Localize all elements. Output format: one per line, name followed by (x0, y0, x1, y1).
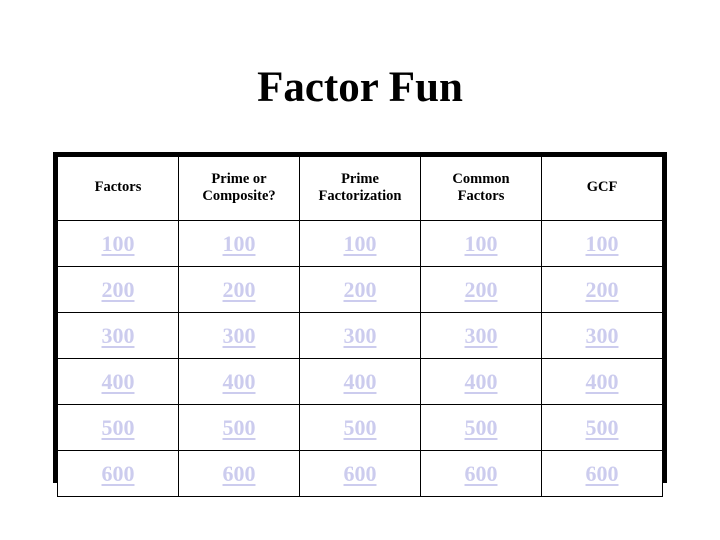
column-header-common-factors-line-1: Common (452, 170, 510, 187)
column-header-prime-or-composite: Prime or Composite? (178, 156, 300, 221)
cell-prime-or-composite-200[interactable]: 200 (178, 266, 300, 313)
cell-prime-or-composite-400[interactable]: 400 (178, 358, 300, 405)
cell-gcf-200[interactable]: 200 (541, 266, 663, 313)
cell-prime-factorization-100[interactable]: 100 (299, 220, 421, 267)
cell-common-factors-500[interactable]: 500 (420, 404, 542, 451)
value-link[interactable]: 400 (342, 369, 379, 394)
cell-gcf-600[interactable]: 600 (541, 450, 663, 497)
cell-prime-factorization-400[interactable]: 400 (299, 358, 421, 405)
value-link[interactable]: 300 (100, 323, 137, 348)
cell-prime-factorization-500[interactable]: 500 (299, 404, 421, 451)
cell-prime-or-composite-600[interactable]: 600 (178, 450, 300, 497)
page-title: Factor Fun (257, 64, 463, 111)
cell-gcf-300[interactable]: 300 (541, 312, 663, 359)
value-link[interactable]: 500 (221, 415, 258, 440)
column-header-common-factors-line-2: Factors (457, 187, 505, 204)
value-link[interactable]: 500 (342, 415, 379, 440)
cell-common-factors-400[interactable]: 400 (420, 358, 542, 405)
value-link[interactable]: 100 (463, 231, 500, 256)
table-row: 400 400 400 400 400 (57, 358, 663, 405)
value-link[interactable]: 600 (463, 461, 500, 486)
cell-factors-400[interactable]: 400 (57, 358, 179, 405)
value-link[interactable]: 300 (221, 323, 258, 348)
value-link[interactable]: 100 (342, 231, 379, 256)
column-header-factors-line-1: Factors (94, 179, 142, 195)
table-row: 100 100 100 100 100 (57, 220, 663, 267)
cell-factors-100[interactable]: 100 (57, 220, 179, 267)
value-link[interactable]: 400 (221, 369, 258, 394)
column-header-prime-factorization-line-1: Prime (341, 170, 379, 187)
column-header-prime-factorization-line-2: Factorization (318, 187, 402, 204)
column-header-factors: Factors (57, 156, 179, 221)
table-row: 200 200 200 200 200 (57, 266, 663, 313)
cell-prime-factorization-300[interactable]: 300 (299, 312, 421, 359)
value-link[interactable]: 500 (584, 415, 621, 440)
value-link[interactable]: 300 (463, 323, 500, 348)
value-link[interactable]: 200 (463, 277, 500, 302)
value-link[interactable]: 400 (463, 369, 500, 394)
category-value-table: Factors Prime or Composite? Prime Factor… (57, 156, 663, 497)
column-header-prime-or-composite-line-1: Prime or (211, 170, 267, 187)
cell-factors-600[interactable]: 600 (57, 450, 179, 497)
table-row: 300 300 300 300 300 (57, 312, 663, 359)
column-header-prime-or-composite-line-2: Composite? (202, 187, 276, 204)
column-header-prime-factorization: Prime Factorization (299, 156, 421, 221)
value-link[interactable]: 600 (342, 461, 379, 486)
cell-gcf-400[interactable]: 400 (541, 358, 663, 405)
table-header-row: Factors Prime or Composite? Prime Factor… (57, 156, 663, 221)
cell-common-factors-100[interactable]: 100 (420, 220, 542, 267)
value-link[interactable]: 300 (584, 323, 621, 348)
table-row: 500 500 500 500 500 (57, 404, 663, 451)
cell-prime-or-composite-300[interactable]: 300 (178, 312, 300, 359)
slide-canvas: Factor Fun Factors Prime or Composite? P… (0, 0, 720, 540)
value-link[interactable]: 100 (221, 231, 258, 256)
table-row: 600 600 600 600 600 (57, 450, 663, 497)
jeopardy-board: Factors Prime or Composite? Prime Factor… (53, 152, 667, 497)
value-link[interactable]: 100 (584, 231, 621, 256)
column-header-gcf: GCF (541, 156, 663, 221)
cell-factors-300[interactable]: 300 (57, 312, 179, 359)
cell-common-factors-600[interactable]: 600 (420, 450, 542, 497)
value-link[interactable]: 200 (342, 277, 379, 302)
column-header-common-factors: Common Factors (420, 156, 542, 221)
cell-common-factors-200[interactable]: 200 (420, 266, 542, 313)
value-link[interactable]: 600 (100, 461, 137, 486)
value-link[interactable]: 400 (100, 369, 137, 394)
column-header-gcf-line-1: GCF (586, 179, 618, 195)
value-link[interactable]: 500 (463, 415, 500, 440)
cell-gcf-100[interactable]: 100 (541, 220, 663, 267)
value-link[interactable]: 600 (221, 461, 258, 486)
cell-prime-factorization-200[interactable]: 200 (299, 266, 421, 313)
value-link[interactable]: 600 (584, 461, 621, 486)
value-link[interactable]: 200 (221, 277, 258, 302)
value-link[interactable]: 100 (100, 231, 137, 256)
cell-factors-200[interactable]: 200 (57, 266, 179, 313)
cell-prime-or-composite-100[interactable]: 100 (178, 220, 300, 267)
value-link[interactable]: 400 (584, 369, 621, 394)
cell-gcf-500[interactable]: 500 (541, 404, 663, 451)
cell-prime-factorization-600[interactable]: 600 (299, 450, 421, 497)
value-link[interactable]: 500 (100, 415, 137, 440)
value-link[interactable]: 200 (584, 277, 621, 302)
value-link[interactable]: 300 (342, 323, 379, 348)
value-link[interactable]: 200 (100, 277, 137, 302)
cell-common-factors-300[interactable]: 300 (420, 312, 542, 359)
cell-factors-500[interactable]: 500 (57, 404, 179, 451)
cell-prime-or-composite-500[interactable]: 500 (178, 404, 300, 451)
